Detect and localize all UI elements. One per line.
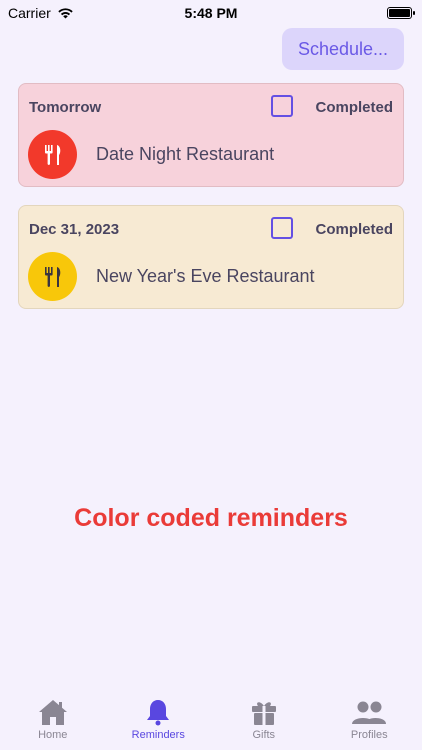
tab-label: Reminders [131,729,185,741]
tab-profiles[interactable]: Profiles [317,698,422,741]
status-bar: Carrier 5:48 PM [0,0,422,26]
tab-label: Profiles [350,729,388,741]
tab-label: Home [38,729,68,741]
tab-reminders[interactable]: Reminders [106,698,211,741]
reminder-card[interactable]: Dec 31, 2023 Completed New Year's Eve Re… [18,205,404,309]
tab-bar: Home Reminders Gifts Profiles [0,698,422,750]
gift-icon [251,702,276,725]
tab-home[interactable]: Home [0,698,105,741]
promo-text: Color coded reminders [74,504,348,532]
fork-knife-icon [28,130,77,179]
battery-icon [387,7,415,19]
tab-gifts[interactable]: Gifts [211,698,316,741]
tab-label: Gifts [252,729,276,741]
completed-label: Completed [315,99,393,116]
completed-checkbox[interactable] [271,217,293,239]
reminder-date: Dec 31, 2023 [29,221,120,238]
schedule-button[interactable]: Schedule... [282,28,404,70]
reminder-date: Tomorrow [29,99,102,116]
status-left: Carrier [8,5,74,21]
bell-icon [147,700,170,726]
reminder-card[interactable]: Tomorrow Completed Date Night Restaurant [18,83,404,187]
reminder-title: Date Night Restaurant [96,144,275,164]
fork-knife-icon [28,252,77,301]
reminder-title: New Year's Eve Restaurant [96,266,315,286]
house-icon [38,700,67,725]
completed-label: Completed [315,221,393,238]
completed-checkbox[interactable] [271,95,293,117]
people-icon [352,701,387,724]
carrier-label: Carrier [8,5,51,21]
wifi-icon [58,8,73,19]
